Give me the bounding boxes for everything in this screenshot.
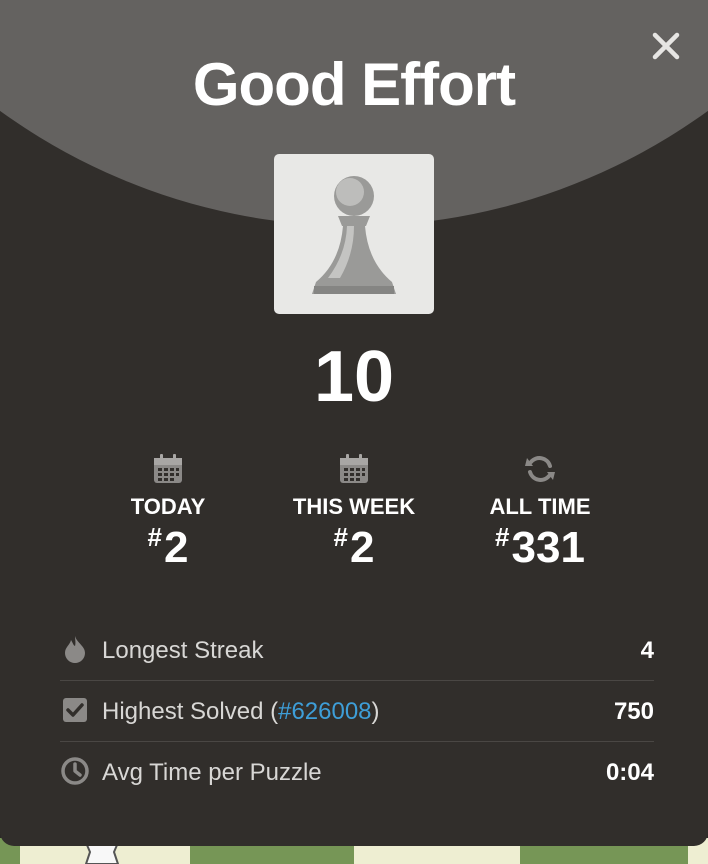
pawn-card bbox=[274, 154, 434, 314]
clock-icon bbox=[61, 757, 89, 785]
stat-value: 750 bbox=[613, 698, 654, 725]
puzzle-score: 10 bbox=[313, 337, 395, 417]
puzzle-link[interactable]: #626008 bbox=[278, 698, 371, 725]
stats-list: Longest Streak 4 Highest Solved (#626008… bbox=[60, 620, 654, 802]
stat-label: Highest Solved (#626008) bbox=[102, 698, 380, 726]
stat-row-avg-time: Avg Time per Puzzle 0:04 bbox=[60, 742, 654, 802]
rank-value: #2 bbox=[73, 522, 263, 573]
rank-hash: # bbox=[333, 522, 348, 552]
rank-number: 331 bbox=[511, 523, 585, 572]
stat-label: Avg Time per Puzzle bbox=[102, 759, 322, 786]
stat-label-suffix: ) bbox=[371, 698, 380, 725]
rank-hash: # bbox=[495, 522, 510, 552]
calendar-icon bbox=[154, 454, 182, 483]
rank-this-week: THIS WEEK #2 bbox=[259, 452, 449, 573]
rank-all-time: ALL TIME #331 bbox=[445, 452, 635, 573]
rank-label: TODAY bbox=[130, 494, 206, 519]
modal-title: Good Effort bbox=[192, 51, 516, 118]
flame-icon bbox=[65, 636, 85, 663]
stat-row-longest-streak: Longest Streak 4 bbox=[60, 620, 654, 681]
rank-label: ALL TIME bbox=[489, 494, 591, 519]
rank-hash: # bbox=[147, 522, 162, 552]
rank-value: #331 bbox=[445, 522, 635, 573]
stat-row-highest-solved: Highest Solved (#626008) 750 bbox=[60, 681, 654, 742]
stat-value: 0:04 bbox=[605, 759, 654, 786]
stat-label-prefix: Highest Solved ( bbox=[102, 698, 279, 725]
refresh-icon bbox=[525, 456, 555, 482]
pawn-icon bbox=[312, 176, 396, 294]
rank-value: #2 bbox=[259, 522, 449, 573]
rank-today: TODAY #2 bbox=[73, 452, 263, 573]
calendar-icon bbox=[340, 454, 368, 483]
rank-number: 2 bbox=[163, 523, 189, 572]
rank-number: 2 bbox=[349, 523, 375, 572]
rank-label: THIS WEEK bbox=[292, 494, 416, 519]
stat-value: 4 bbox=[640, 637, 654, 664]
puzzle-result-modal: Good Effort 10 TODAY #2 THIS WEEK #2 ALL… bbox=[0, 0, 708, 846]
checkbox-icon bbox=[63, 698, 87, 722]
stat-label: Longest Streak bbox=[102, 637, 264, 664]
